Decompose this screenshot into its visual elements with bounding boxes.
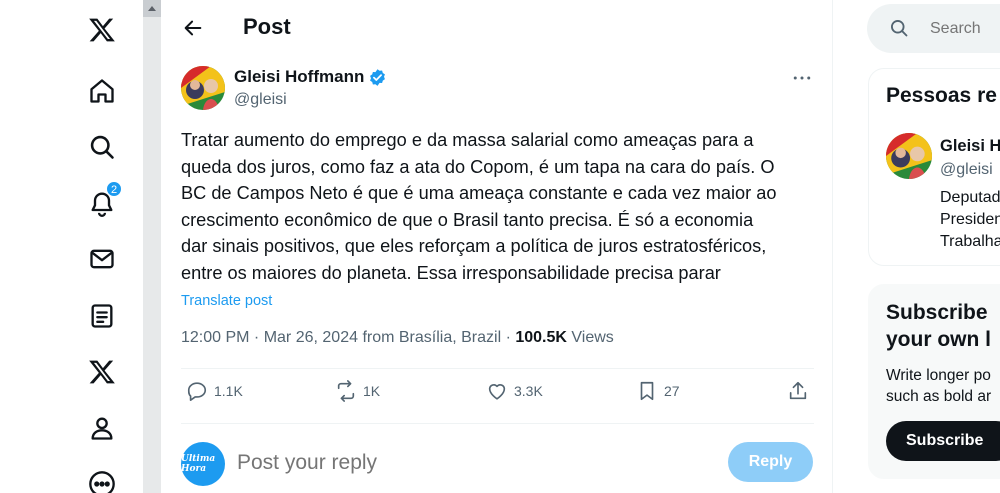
home-icon[interactable] (84, 73, 120, 109)
bio-line: Presiden (940, 211, 1000, 228)
views-label: Views (571, 329, 614, 346)
subscribe-text-line: such as bold ar (886, 388, 992, 405)
post-time[interactable]: 12:00 PM (181, 329, 249, 346)
current-user-avatar[interactable]: Ultima Hora (181, 442, 225, 486)
repost-icon (337, 380, 355, 402)
subscribe-title-line: your own l (886, 328, 991, 351)
post-text-line: crescimento econômico de que o Brasil ta… (181, 209, 754, 230)
page-title: Post (243, 14, 291, 39)
post-meta: 12:00 PM · Mar 26, 2024 from Brasília, B… (181, 329, 614, 346)
post-text-line: dar sinais positivos, que eles reforçam … (181, 236, 767, 256)
left-navigation: 2 (0, 0, 143, 493)
notifications-badge: 2 (106, 181, 122, 197)
post-actions: 1.1K 1K 3.3K 27 (181, 380, 814, 412)
post-date[interactable]: Mar 26, 2024 (264, 329, 358, 346)
relevant-person-handle[interactable]: @gleisi (940, 161, 993, 179)
reply-button[interactable]: Reply (728, 442, 813, 482)
bookmark-action[interactable]: 27 (636, 380, 680, 402)
share-action[interactable] (787, 380, 809, 402)
messages-envelope-icon[interactable] (84, 241, 120, 277)
search-input[interactable] (930, 17, 1000, 41)
search-icon (891, 20, 908, 37)
bookmark-icon (640, 381, 654, 401)
author-name-text[interactable]: Gleisi Hoffmann (234, 67, 364, 87)
subscribe-text-line: Write longer po (886, 367, 991, 384)
repost-count: 1K (363, 383, 381, 399)
subscribe-panel: Subscribe your own l Write longer po suc… (868, 284, 1000, 479)
more-circle-icon[interactable] (84, 466, 120, 493)
subscribe-title-line: Subscribe (886, 301, 988, 324)
lists-icon[interactable] (84, 298, 120, 334)
scrollbar-track[interactable] (143, 0, 161, 493)
bookmark-count: 27 (664, 383, 680, 399)
post-text: Tratar aumento do emprego e da massa sal… (181, 127, 821, 286)
post-text-line: BC de Campos Neto é que é uma ameaça con… (181, 183, 777, 203)
explore-search-icon[interactable] (84, 129, 120, 165)
like-action[interactable]: 3.3K (486, 380, 543, 402)
relevant-people-title: Pessoas re (886, 84, 997, 107)
page-header: Post (161, 0, 832, 56)
subscribe-description: Write longer po such as bold ar (886, 365, 991, 407)
author-avatar[interactable] (181, 66, 225, 110)
more-options-icon[interactable] (788, 66, 816, 90)
divider (181, 368, 814, 369)
avatar-logo-text: Ultima Hora (181, 454, 216, 474)
translate-post-link[interactable]: Translate post (181, 293, 272, 309)
post-text-line: entre os maiores do planeta. Essa irresp… (181, 262, 721, 283)
reply-action[interactable]: 1.1K (186, 380, 243, 402)
share-upload-icon (789, 381, 807, 400)
scrollbar-up-arrow[interactable] (143, 0, 161, 17)
reply-input[interactable] (237, 448, 677, 478)
bio-line: Trabalha (940, 233, 1000, 250)
relevant-person-avatar[interactable] (886, 133, 932, 179)
search-box[interactable] (867, 4, 1000, 53)
author-handle[interactable]: @gleisi (234, 91, 287, 109)
subscribe-button[interactable]: Subscribe (886, 421, 1000, 461)
views-count: 100.5K (515, 329, 567, 346)
premium-x-icon[interactable] (84, 354, 120, 390)
profile-person-icon[interactable] (84, 410, 120, 446)
back-arrow-icon[interactable] (177, 12, 209, 44)
author-name[interactable]: Gleisi Hoffmann (234, 67, 387, 87)
post-text-line: Tratar aumento do emprego e da massa sal… (181, 130, 754, 150)
heart-icon (488, 384, 506, 400)
x-logo-icon[interactable] (84, 12, 120, 48)
relevant-people-panel: Pessoas re Gleisi H @gleisi Deputad Pres… (868, 68, 1000, 266)
reply-count: 1.1K (214, 383, 243, 399)
post-detail-column: Post Gleisi Hoffmann @gleisi Tratar aume… (161, 0, 833, 493)
repost-action[interactable]: 1K (335, 380, 380, 402)
post-location: from Brasília, Brazil (362, 329, 502, 346)
divider (181, 423, 814, 424)
reply-bubble-icon (187, 382, 207, 401)
notifications-bell-icon[interactable]: 2 (84, 181, 122, 221)
like-count: 3.3K (514, 383, 543, 399)
verified-badge-icon (370, 68, 386, 86)
relevant-person-name[interactable]: Gleisi H (940, 137, 1000, 156)
bio-line: Deputad (940, 189, 1000, 206)
post-text-line: queda dos juros, como faz a ata do Copom… (181, 156, 775, 177)
relevant-person-bio: Deputad Presiden Trabalha (940, 187, 1000, 253)
